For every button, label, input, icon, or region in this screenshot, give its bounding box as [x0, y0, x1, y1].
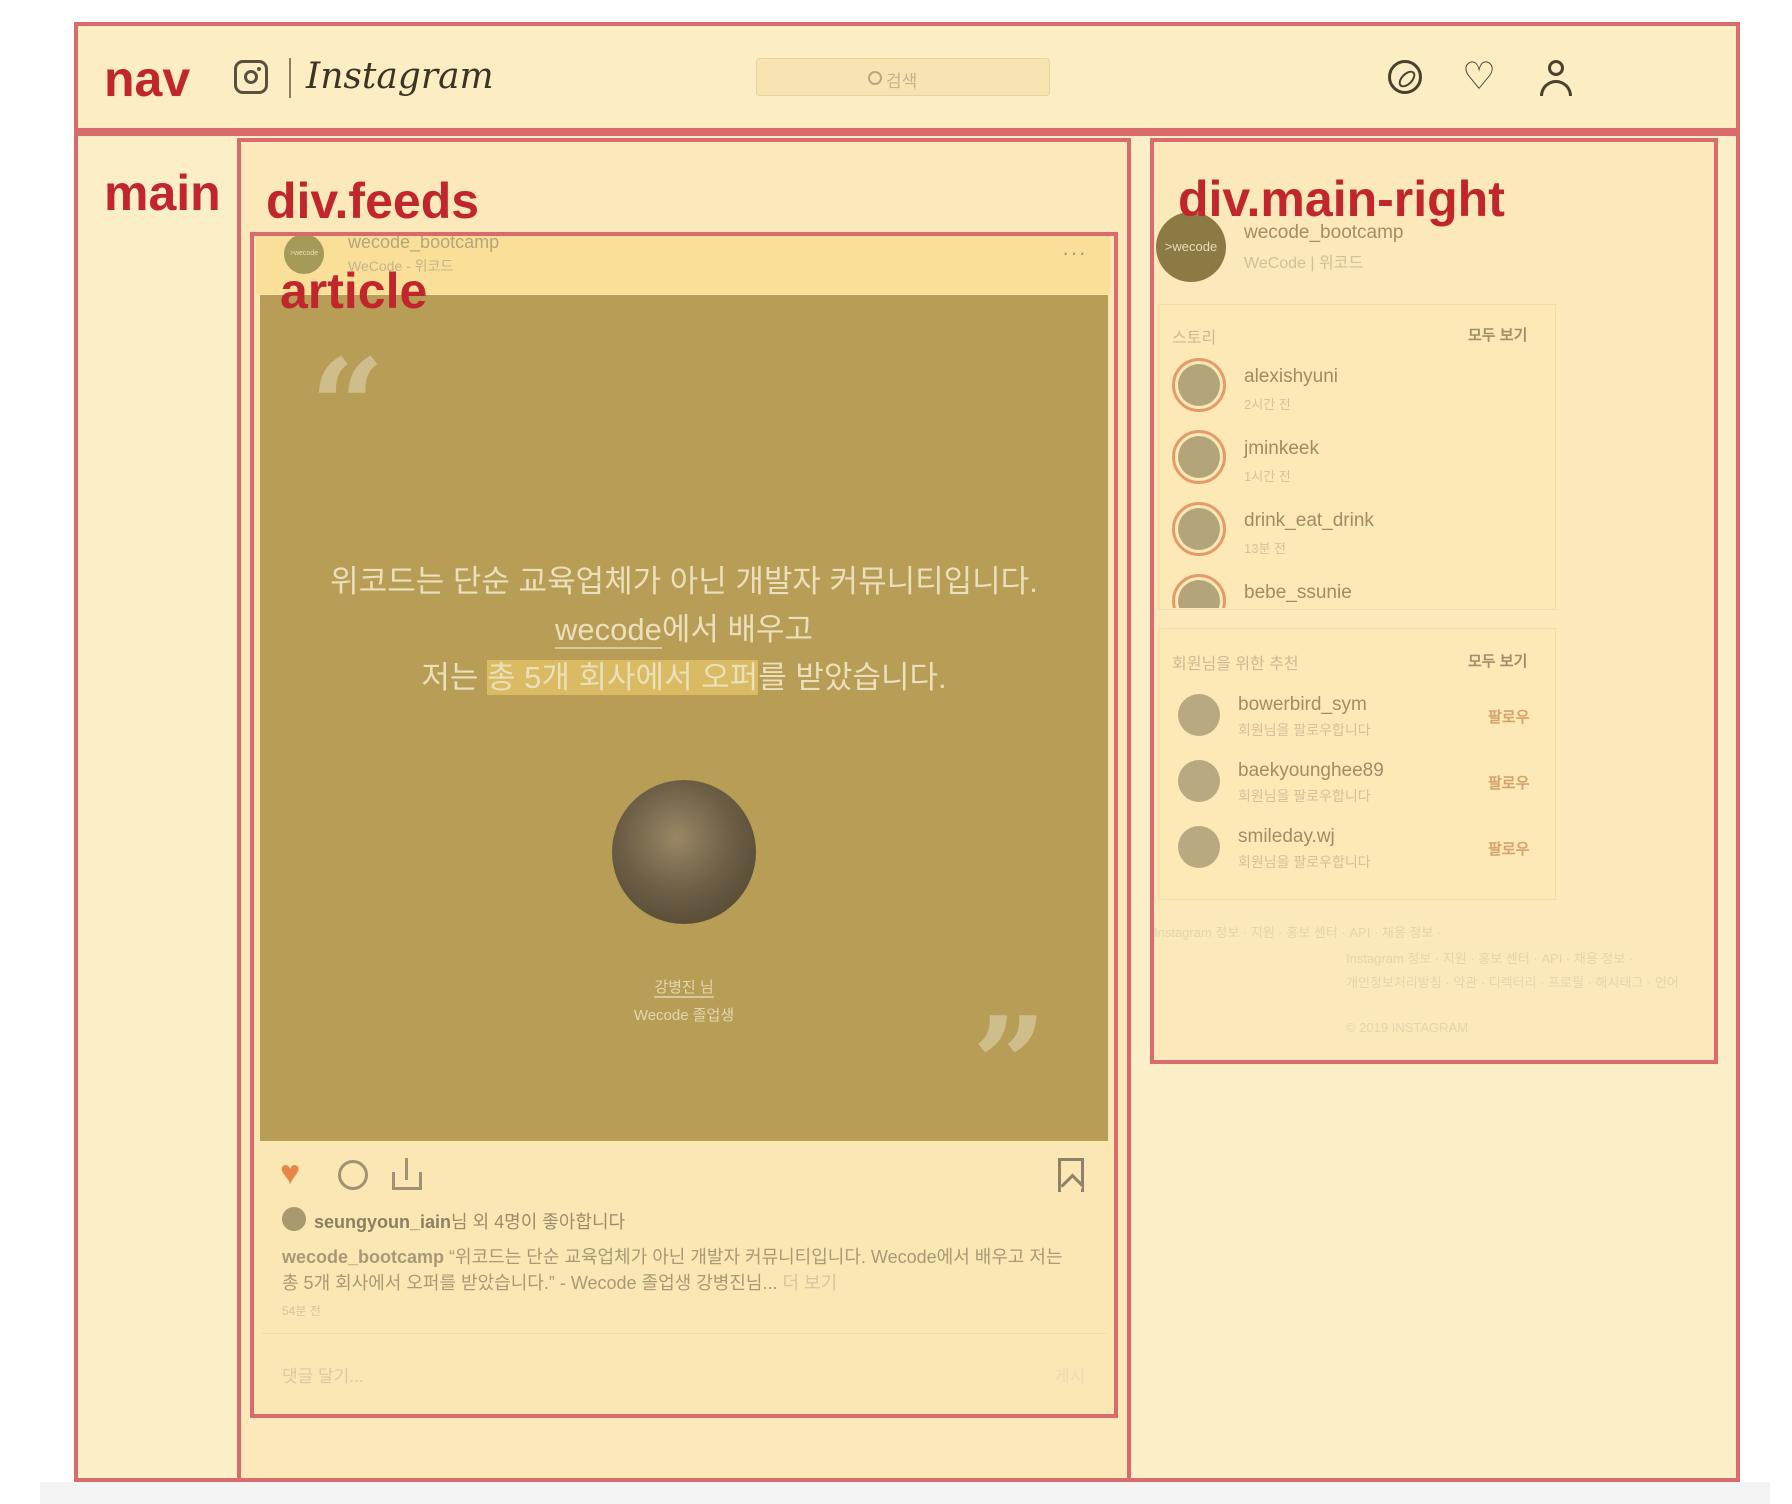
main-right-annotation-box: [1150, 138, 1718, 1064]
main-annotation-label: main: [104, 165, 221, 221]
main-right-annotation-label: div.main-right: [1178, 171, 1505, 227]
window-bottom-edge: [40, 1482, 1770, 1504]
article-annotation-box: [250, 232, 1118, 1418]
article-annotation-label: article: [280, 263, 428, 319]
feeds-annotation-label: div.feeds: [266, 173, 480, 229]
nav-annotation-box: [74, 22, 1740, 132]
nav-annotation-label: nav: [104, 51, 191, 107]
